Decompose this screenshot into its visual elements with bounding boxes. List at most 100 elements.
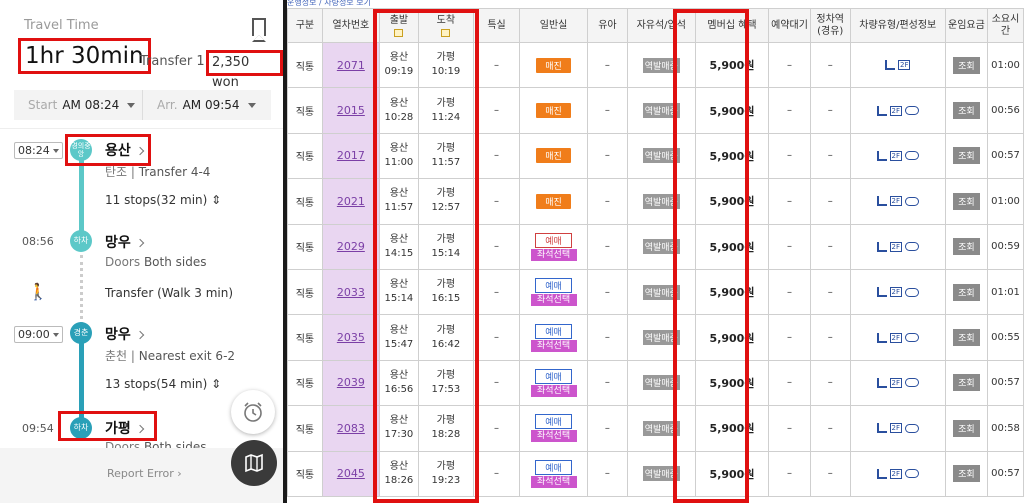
train-number-link[interactable]: 2021 — [321, 178, 380, 225]
line-badge-3: 경춘 — [70, 322, 92, 344]
waitlist: – — [768, 178, 811, 225]
header-10: 정차역(경유) — [809, 8, 851, 43]
lookup-button[interactable]: 조회 — [953, 419, 980, 437]
reserve-button[interactable]: 예매 — [535, 414, 572, 430]
start-time-select[interactable]: Start AM 08:24 — [14, 90, 143, 120]
seat-icon — [876, 105, 887, 116]
general-seat: 예매 좌석선택 — [519, 223, 588, 270]
duration-cell: 01:01 — [987, 268, 1024, 316]
lookup-button[interactable]: 조회 — [953, 56, 980, 74]
alarm-button[interactable] — [231, 390, 275, 434]
reserve-button[interactable]: 예매 — [535, 232, 572, 248]
train-number-link[interactable]: 2071 — [321, 41, 380, 89]
special-seat: – — [472, 132, 521, 180]
infant: – — [586, 314, 628, 361]
special-seat: – — [472, 87, 521, 134]
train-number-link[interactable]: 2083 — [321, 405, 380, 452]
duration: 1hr 30min — [18, 38, 151, 74]
fare-cell: 조회 — [944, 223, 989, 270]
header-1: 열차번호 — [321, 8, 380, 43]
lookup-button[interactable]: 조회 — [953, 283, 980, 301]
type: 직통 — [287, 268, 323, 316]
duration-cell: 00:58 — [987, 405, 1024, 452]
bicycle-icon — [904, 469, 919, 479]
lookup-button[interactable]: 조회 — [953, 374, 980, 392]
waitlist: – — [768, 268, 811, 316]
stop-name-3[interactable]: 망우 — [105, 324, 145, 344]
top-link[interactable]: 운행정보 / 차량정보 보기 — [287, 0, 1024, 8]
vehicle-type: 2F — [849, 178, 946, 225]
duration-cell: 00:55 — [987, 314, 1024, 361]
fare-cell: 조회 — [944, 405, 989, 452]
stop-name-2[interactable]: 망우 — [105, 232, 145, 252]
general-seat: 매진 — [519, 41, 588, 89]
seat-select-button[interactable]: 좌석선택 — [530, 248, 577, 261]
duration-cell: 00:57 — [987, 450, 1024, 497]
map-button[interactable] — [231, 440, 277, 486]
stops-via: – — [809, 450, 851, 497]
reserve-button[interactable]: 예매 — [535, 323, 572, 339]
infant: – — [586, 359, 628, 407]
waitlist: – — [768, 41, 811, 89]
soldout-badge: 매진 — [536, 57, 571, 73]
segment-2-stops[interactable]: 13 stops(54 min) ⇕ — [105, 377, 221, 391]
seat-icon — [876, 150, 887, 161]
lookup-button[interactable]: 조회 — [953, 102, 980, 120]
divider — [0, 128, 283, 129]
report-error-link[interactable]: Report Error › — [107, 467, 182, 480]
general-seat: 예매 좌석선택 — [519, 314, 588, 361]
train-number-link[interactable]: 2015 — [321, 87, 380, 134]
bicycle-icon — [904, 287, 919, 297]
seat-select-button[interactable]: 좌석선택 — [530, 384, 577, 397]
reserve-button[interactable]: 예매 — [535, 459, 572, 475]
stops-via: – — [809, 132, 851, 180]
reserve-button[interactable]: 예매 — [535, 368, 572, 384]
stops-via: – — [809, 359, 851, 407]
train-number-link[interactable]: 2017 — [321, 132, 380, 180]
seat-select-button[interactable]: 좌석선택 — [530, 475, 577, 488]
seat-icon — [885, 60, 896, 71]
special-seat: – — [472, 359, 521, 407]
lookup-button[interactable]: 조회 — [953, 238, 980, 256]
seat-select-button[interactable]: 좌석선택 — [530, 294, 577, 307]
lookup-button[interactable]: 조회 — [953, 465, 980, 483]
floor-icon: 2F — [898, 60, 911, 71]
train-number-link[interactable]: 2033 — [321, 268, 380, 316]
stops-via: – — [809, 87, 851, 134]
arrival-time-select[interactable]: Arr. AM 09:54 — [143, 90, 271, 120]
type: 직통 — [287, 87, 323, 134]
stop-sub-3: 춘천 | Nearest exit 6-2 — [105, 349, 236, 363]
stop-time-1[interactable]: 08:24 — [14, 142, 63, 159]
seat-select-button[interactable]: 좌석선택 — [530, 430, 577, 443]
infant: – — [586, 87, 628, 134]
seat-select-button[interactable]: 좌석선택 — [530, 339, 577, 352]
lookup-button[interactable]: 조회 — [953, 192, 980, 210]
stop-time-3[interactable]: 09:00 — [14, 326, 63, 343]
lookup-button[interactable]: 조회 — [953, 147, 980, 165]
bicycle-icon — [904, 242, 919, 252]
bicycle-icon — [904, 423, 919, 433]
highlight-box — [58, 411, 157, 441]
duration-cell: 00:59 — [987, 223, 1024, 270]
infant: – — [586, 41, 628, 89]
vehicle-type: 2F — [849, 132, 946, 180]
duration-cell: 00:57 — [987, 132, 1024, 180]
floor-icon: 2F — [889, 241, 902, 252]
waitlist: – — [768, 132, 811, 180]
walk-line — [80, 255, 83, 325]
floor-icon: 2F — [889, 423, 902, 434]
train-number-link[interactable]: 2035 — [321, 314, 380, 361]
header-6: 유아 — [586, 8, 628, 43]
train-number-link[interactable]: 2039 — [321, 359, 380, 407]
waitlist: – — [768, 223, 811, 270]
bookmark-icon[interactable] — [252, 18, 266, 42]
segment-1-stops[interactable]: 11 stops(32 min) ⇕ — [105, 193, 221, 207]
type: 직통 — [287, 178, 323, 225]
bicycle-icon — [904, 151, 919, 161]
train-number-link[interactable]: 2045 — [321, 450, 380, 497]
reserve-button[interactable]: 예매 — [535, 278, 572, 294]
lookup-button[interactable]: 조회 — [953, 329, 980, 347]
stops-via: – — [809, 178, 851, 225]
header-4: 특실 — [472, 8, 521, 43]
train-number-link[interactable]: 2029 — [321, 223, 380, 270]
